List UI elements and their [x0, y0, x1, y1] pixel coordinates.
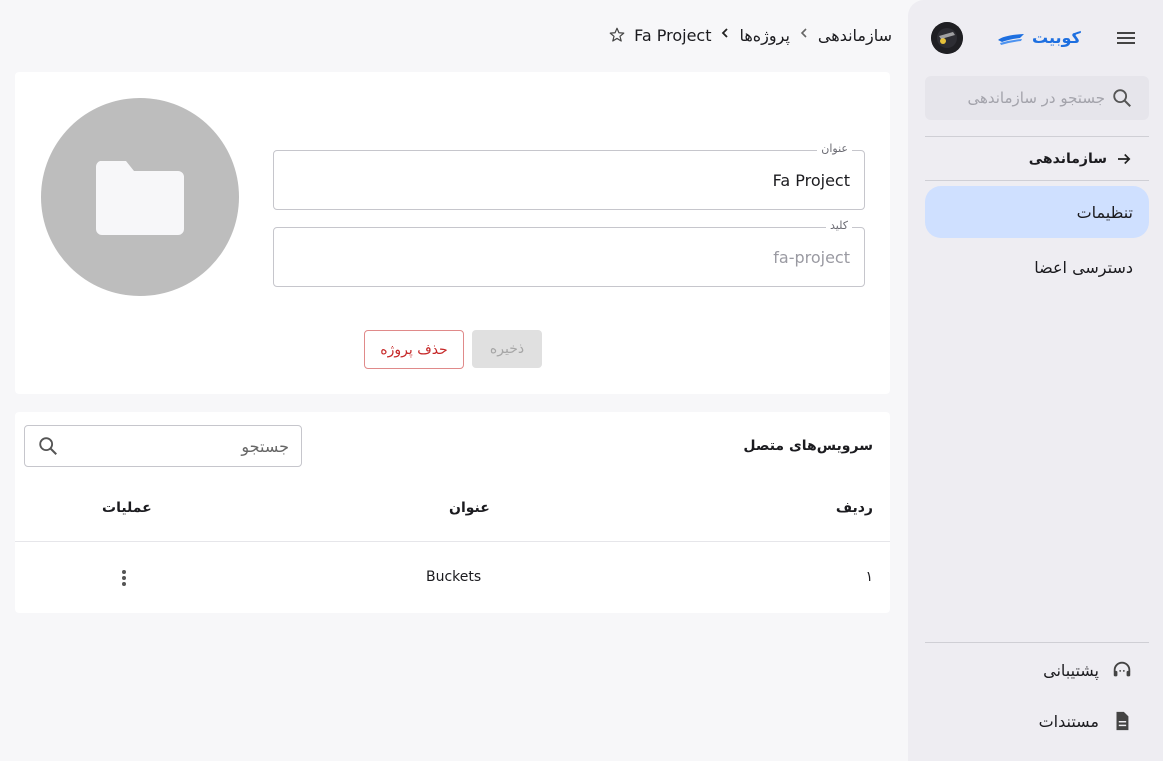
folder-icon	[95, 161, 184, 235]
chevron-left-icon	[719, 27, 731, 43]
table-header-divider	[15, 541, 890, 542]
sidebar-search[interactable]	[925, 76, 1149, 120]
column-header-row-number: ردیف	[835, 500, 873, 516]
column-header-title: عنوان	[449, 500, 490, 516]
key-field-label: کلید	[826, 219, 852, 232]
hamburger-menu-icon[interactable]	[1114, 26, 1138, 50]
chevron-left-icon	[798, 27, 810, 43]
more-actions-icon[interactable]	[118, 568, 130, 588]
title-input[interactable]	[274, 151, 864, 209]
sidebar-item-label: تنظیمات	[1076, 202, 1133, 222]
back-to-organization-link[interactable]: سازماندهی	[925, 138, 1149, 180]
sidebar-item-member-access[interactable]: دسترسی اعضا	[925, 241, 1149, 293]
ship-icon	[998, 34, 1024, 45]
divider	[925, 642, 1149, 643]
breadcrumb-organization[interactable]: سازماندهی	[818, 26, 892, 45]
title-field-label: عنوان	[817, 142, 852, 155]
documentation-label: مستندات	[1038, 711, 1099, 731]
key-field: کلید	[273, 219, 865, 287]
row-number: ۱	[865, 569, 873, 585]
project-details-card: عنوان کلید ذخیره حذف پروژه	[15, 72, 890, 394]
sidebar-item-settings[interactable]: تنظیمات	[925, 186, 1149, 238]
sidebar-search-input[interactable]	[935, 89, 1105, 107]
divider	[925, 136, 1149, 137]
sidebar-header: کوبیت	[908, 0, 1163, 76]
save-button[interactable]: ذخیره	[472, 330, 542, 368]
sidebar-item-label: دسترسی اعضا	[1034, 257, 1133, 277]
connected-services-card: سرویس‌های متصل ردیف عنوان عملیات ۱ Bucke…	[15, 412, 890, 613]
services-search-input[interactable]	[69, 436, 289, 456]
section-title: سرویس‌های متصل	[743, 438, 873, 454]
breadcrumb-current-project: Fa Project	[634, 25, 712, 45]
divider	[925, 180, 1149, 181]
avatar[interactable]	[931, 22, 963, 54]
sidebar: کوبیت سازماندهی تنظیمات	[908, 0, 1163, 761]
arrow-right-icon	[1118, 153, 1131, 165]
star-icon[interactable]	[608, 26, 626, 44]
back-label: سازماندهی	[1028, 151, 1107, 167]
search-icon[interactable]	[37, 435, 59, 457]
column-header-actions: عملیات	[102, 500, 152, 516]
document-icon	[1116, 711, 1129, 731]
support-link[interactable]: پشتیبانی	[925, 650, 1149, 690]
key-input	[274, 228, 864, 286]
brand-logo[interactable]: کوبیت	[996, 24, 1081, 50]
service-title: Buckets	[426, 569, 482, 585]
project-avatar[interactable]	[41, 98, 239, 296]
breadcrumb: سازماندهی پروژه‌ها Fa Project	[586, 22, 892, 48]
breadcrumb-projects[interactable]: پروژه‌ها	[739, 26, 789, 45]
documentation-link[interactable]: مستندات	[925, 701, 1149, 741]
services-search[interactable]	[24, 425, 302, 467]
search-icon	[1113, 89, 1131, 107]
brand-name: کوبیت	[1032, 27, 1081, 47]
title-field[interactable]: عنوان	[273, 142, 865, 210]
support-label: پشتیبانی	[1043, 660, 1099, 680]
headset-icon	[1113, 661, 1131, 677]
delete-project-button[interactable]: حذف پروژه	[364, 330, 464, 369]
